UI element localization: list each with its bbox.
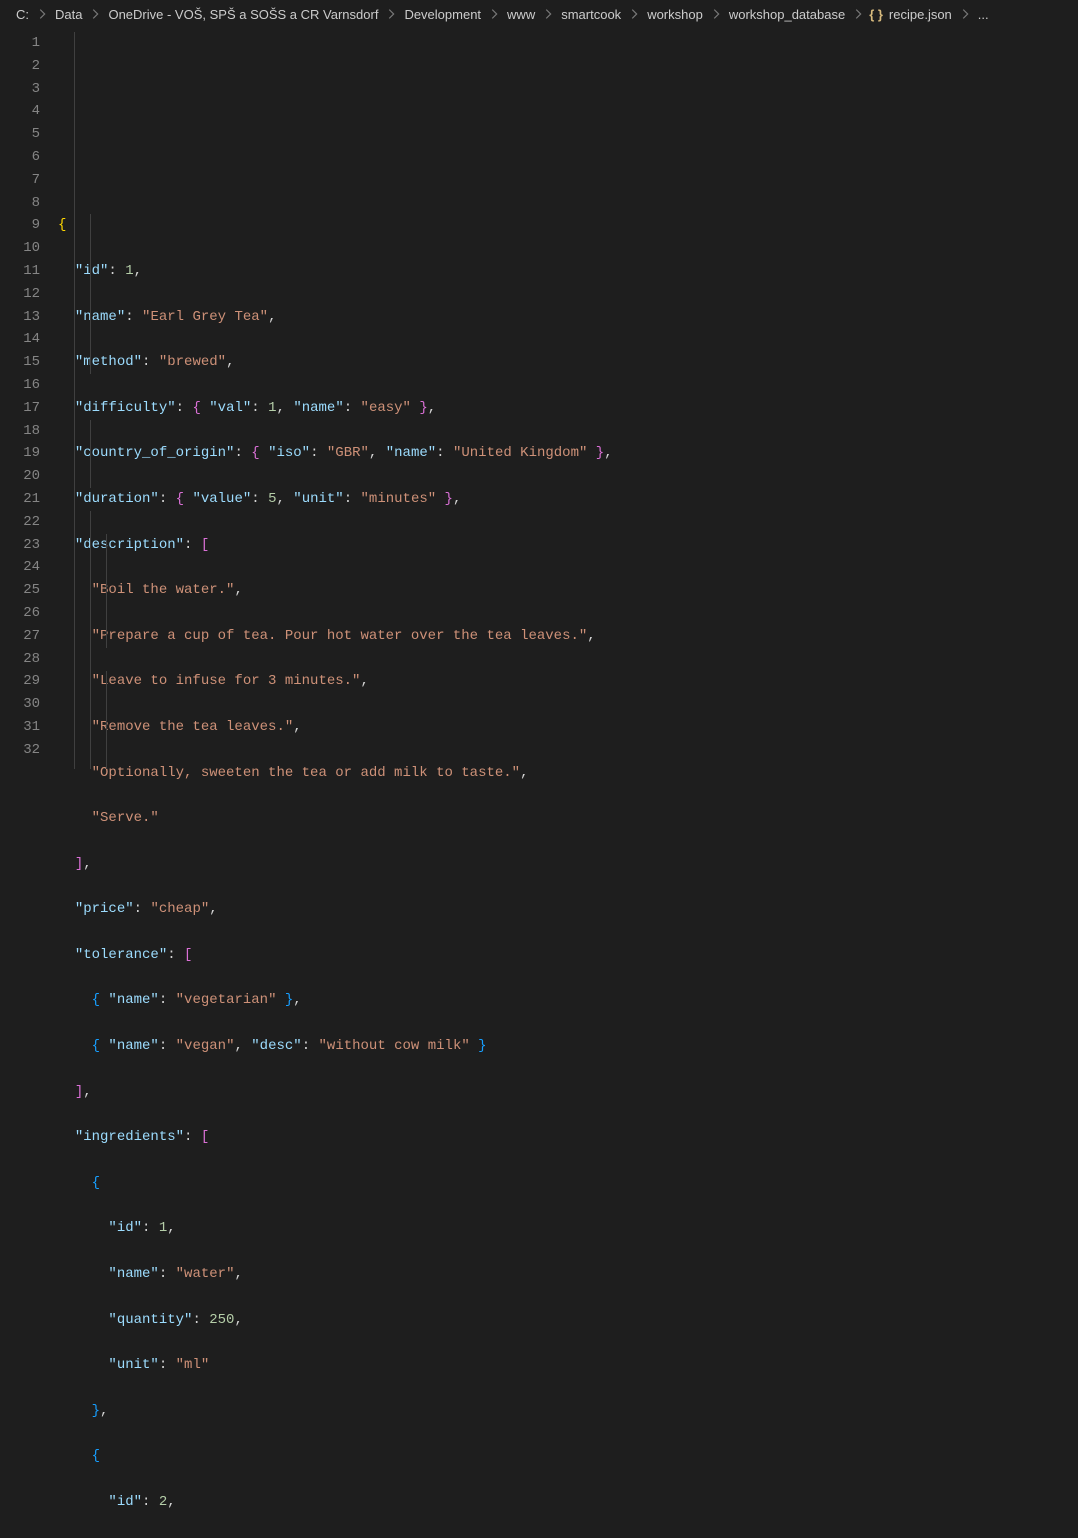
line-number: 17 xyxy=(0,397,40,420)
line-number: 30 xyxy=(0,693,40,716)
breadcrumb-item[interactable]: smartcook xyxy=(559,7,623,22)
code-line[interactable]: "Serve." xyxy=(58,807,1078,830)
line-number: 24 xyxy=(0,556,40,579)
line-number: 2 xyxy=(0,55,40,78)
chevron-right-icon xyxy=(954,7,976,21)
code-line[interactable]: "method": "brewed", xyxy=(58,351,1078,374)
code-line[interactable]: }, xyxy=(58,1400,1078,1423)
line-number: 12 xyxy=(0,283,40,306)
code-line[interactable]: "duration": { "value": 5, "unit": "minut… xyxy=(58,488,1078,511)
chevron-right-icon xyxy=(623,7,645,21)
line-number: 21 xyxy=(0,488,40,511)
code-line[interactable]: "description": [ xyxy=(58,534,1078,557)
code-line[interactable]: "tolerance": [ xyxy=(58,944,1078,967)
code-line[interactable]: { xyxy=(58,1445,1078,1468)
breadcrumb-item[interactable]: Data xyxy=(53,7,84,22)
breadcrumb-item[interactable]: workshop_database xyxy=(727,7,847,22)
breadcrumb-item[interactable]: www xyxy=(505,7,537,22)
breadcrumb: C: Data OneDrive - VOŠ, SPŠ a SOŠS a CR … xyxy=(0,0,1078,28)
code-line[interactable]: "Optionally, sweeten the tea or add milk… xyxy=(58,762,1078,785)
code-line[interactable]: "country_of_origin": { "iso": "GBR", "na… xyxy=(58,442,1078,465)
code-line[interactable]: "quantity": 250, xyxy=(58,1309,1078,1332)
code-line[interactable]: { xyxy=(58,214,1078,237)
breadcrumb-item[interactable]: workshop xyxy=(645,7,705,22)
breadcrumb-file[interactable]: recipe.json xyxy=(887,7,954,22)
line-number: 16 xyxy=(0,374,40,397)
breadcrumb-item[interactable]: Development xyxy=(402,7,483,22)
code-line[interactable]: "Prepare a cup of tea. Pour hot water ov… xyxy=(58,625,1078,648)
line-number: 10 xyxy=(0,237,40,260)
code-line[interactable]: "name": "Earl Grey Tea", xyxy=(58,306,1078,329)
chevron-right-icon xyxy=(537,7,559,21)
code-line[interactable]: "ingredients": [ xyxy=(58,1126,1078,1149)
code-editor[interactable]: 1 2 3 4 5 6 7 8 9 10 11 12 13 14 15 16 1… xyxy=(0,28,1078,769)
line-number: 6 xyxy=(0,146,40,169)
code-line[interactable]: ], xyxy=(58,853,1078,876)
code-line[interactable]: { xyxy=(58,1172,1078,1195)
line-number: 3 xyxy=(0,78,40,101)
line-number: 22 xyxy=(0,511,40,534)
code-line[interactable]: { "name": "vegan", "desc": "without cow … xyxy=(58,1035,1078,1058)
line-number: 1 xyxy=(0,32,40,55)
code-line[interactable]: "price": "cheap", xyxy=(58,898,1078,921)
code-line[interactable]: "Remove the tea leaves.", xyxy=(58,716,1078,739)
code-line[interactable]: "unit": "ml" xyxy=(58,1354,1078,1377)
code-line[interactable]: ], xyxy=(58,1081,1078,1104)
code-line[interactable]: "Boil the water.", xyxy=(58,579,1078,602)
code-line[interactable]: "id": 1, xyxy=(58,260,1078,283)
line-number: 29 xyxy=(0,670,40,693)
line-number: 14 xyxy=(0,328,40,351)
code-line[interactable]: "Leave to infuse for 3 minutes.", xyxy=(58,670,1078,693)
code-line[interactable]: "difficulty": { "val": 1, "name": "easy"… xyxy=(58,397,1078,420)
line-number: 7 xyxy=(0,169,40,192)
line-number: 20 xyxy=(0,465,40,488)
line-number: 25 xyxy=(0,579,40,602)
breadcrumb-item[interactable]: C: xyxy=(14,7,31,22)
code-line[interactable]: "name": "tea leaves", xyxy=(58,1537,1078,1538)
line-number: 8 xyxy=(0,192,40,215)
line-number: 9 xyxy=(0,214,40,237)
chevron-right-icon xyxy=(483,7,505,21)
chevron-right-icon xyxy=(847,7,869,21)
line-number-gutter: 1 2 3 4 5 6 7 8 9 10 11 12 13 14 15 16 1… xyxy=(0,28,58,769)
line-number: 28 xyxy=(0,648,40,671)
breadcrumb-item[interactable]: OneDrive - VOŠ, SPŠ a SOŠS a CR Varnsdor… xyxy=(106,7,380,22)
code-line[interactable]: "id": 1, xyxy=(58,1217,1078,1240)
line-number: 31 xyxy=(0,716,40,739)
breadcrumb-more[interactable]: ... xyxy=(976,7,991,22)
json-file-icon: { } xyxy=(869,7,887,22)
chevron-right-icon xyxy=(705,7,727,21)
code-line[interactable]: "name": "water", xyxy=(58,1263,1078,1286)
line-number: 13 xyxy=(0,306,40,329)
line-number: 18 xyxy=(0,420,40,443)
line-number: 15 xyxy=(0,351,40,374)
line-number: 26 xyxy=(0,602,40,625)
code-content[interactable]: { "id": 1, "name": "Earl Grey Tea", "met… xyxy=(58,28,1078,769)
code-line[interactable]: "id": 2, xyxy=(58,1491,1078,1514)
line-number: 27 xyxy=(0,625,40,648)
line-number: 32 xyxy=(0,739,40,762)
line-number: 5 xyxy=(0,123,40,146)
chevron-right-icon xyxy=(380,7,402,21)
line-number: 11 xyxy=(0,260,40,283)
chevron-right-icon xyxy=(84,7,106,21)
line-number: 19 xyxy=(0,442,40,465)
line-number: 4 xyxy=(0,100,40,123)
line-number: 23 xyxy=(0,534,40,557)
code-line[interactable]: { "name": "vegetarian" }, xyxy=(58,989,1078,1012)
chevron-right-icon xyxy=(31,7,53,21)
